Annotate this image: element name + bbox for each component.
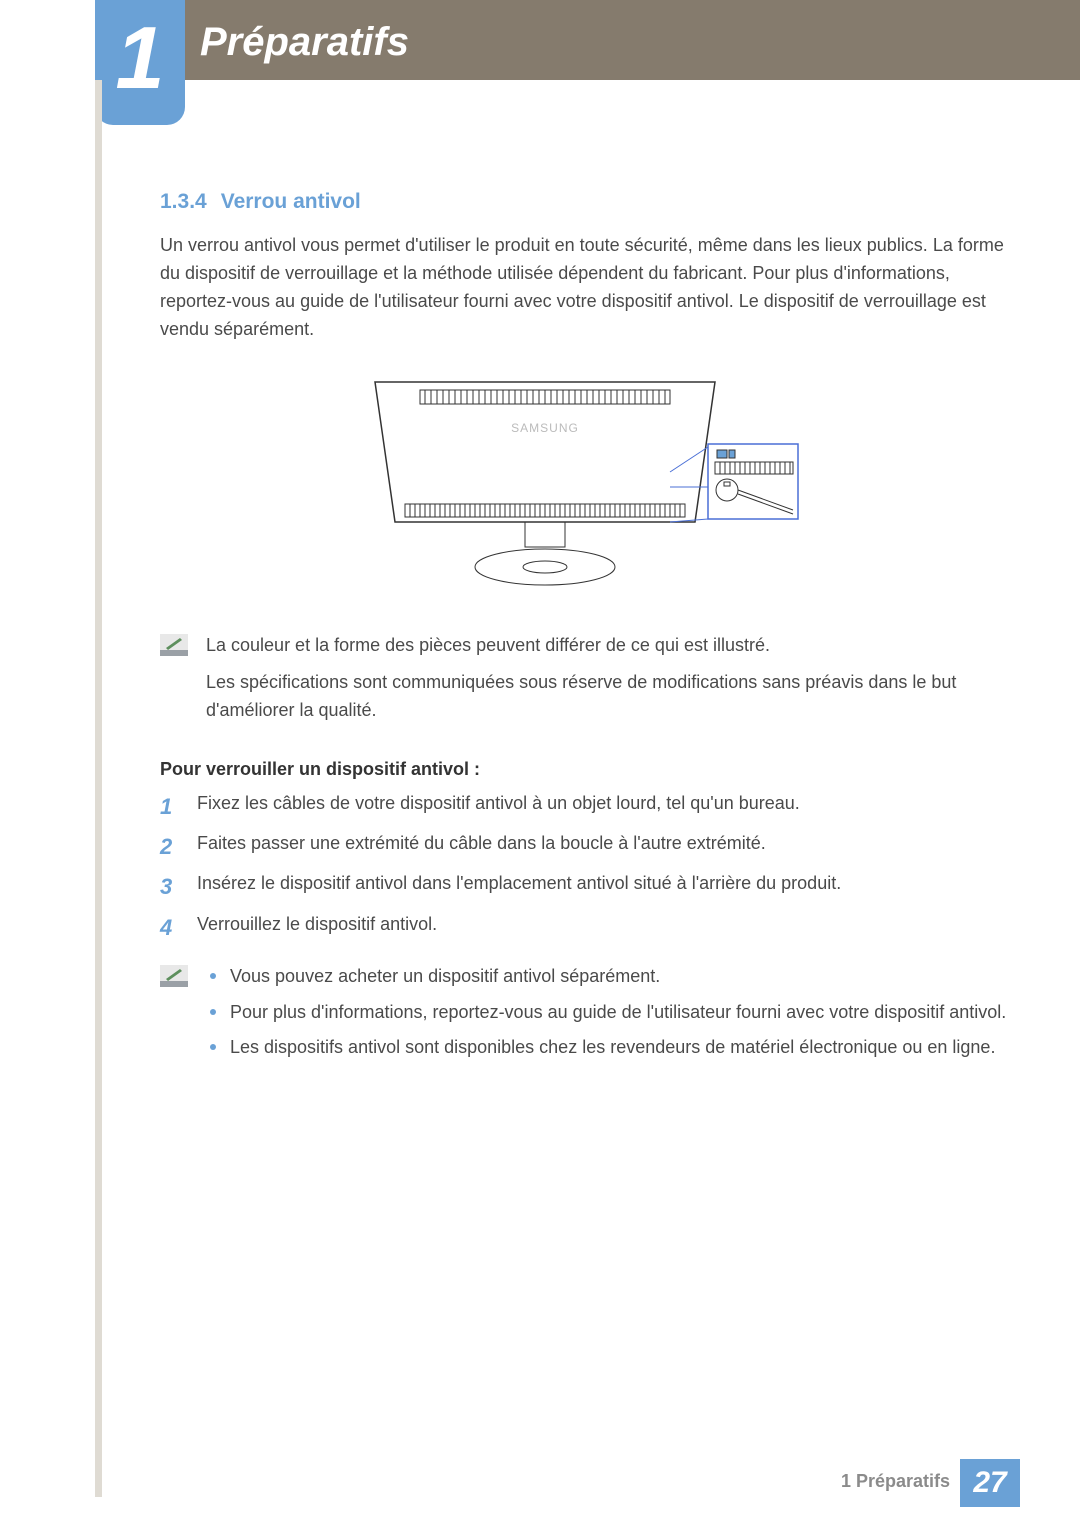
note-icon xyxy=(160,632,188,736)
procedure-heading: Pour verrouiller un dispositif antivol : xyxy=(160,759,1010,780)
note-icon xyxy=(160,963,188,1071)
chapter-title: Préparatifs xyxy=(200,20,409,65)
step-1: 1Fixez les câbles de votre dispositif an… xyxy=(160,790,1010,824)
intro-paragraph: Un verrou antivol vous permet d'utiliser… xyxy=(160,232,1010,344)
note-block-1: La couleur et la forme des pièces peuven… xyxy=(160,632,1010,736)
note2-bullet-2: Pour plus d'informations, reportez-vous … xyxy=(206,999,1010,1027)
step-3: 3Insérez le dispositif antivol dans l'em… xyxy=(160,870,1010,904)
note-block-2: Vous pouvez acheter un dispositif antivo… xyxy=(160,963,1010,1071)
footer-page-number: 27 xyxy=(960,1459,1020,1507)
note2-bullet-1: Vous pouvez acheter un dispositif antivo… xyxy=(206,963,1010,991)
step-4: 4Verrouillez le dispositif antivol. xyxy=(160,911,1010,945)
procedure-steps: 1Fixez les câbles de votre dispositif an… xyxy=(160,790,1010,944)
note2-bullets: Vous pouvez acheter un dispositif antivo… xyxy=(206,963,1010,1063)
page-content: 1.3.4 Verrou antivol Un verrou antivol vo… xyxy=(160,190,1010,1094)
section-number: 1.3.4 xyxy=(160,190,207,213)
page-footer: 1 Préparatifs 27 xyxy=(0,1459,1080,1507)
note1-line2: Les spécifications sont communiquées sou… xyxy=(206,669,1010,725)
left-side-rule xyxy=(95,80,102,1497)
note1-line1: La couleur et la forme des pièces peuven… xyxy=(206,632,1010,660)
step-2-text: Faites passer une extrémité du câble dan… xyxy=(197,830,766,864)
section-title: Verrou antivol xyxy=(221,190,361,213)
note2-bullet-3: Les dispositifs antivol sont disponibles… xyxy=(206,1034,1010,1062)
section-heading: 1.3.4 Verrou antivol xyxy=(160,190,1010,214)
chapter-number: 1 xyxy=(116,14,165,102)
monitor-back-illustration: SAMSUNG xyxy=(365,372,805,597)
step-4-text: Verrouillez le dispositif antivol. xyxy=(197,911,437,945)
step-2: 2Faites passer une extrémité du câble da… xyxy=(160,830,1010,864)
footer-breadcrumb: 1 Préparatifs xyxy=(841,1471,950,1492)
step-1-text: Fixez les câbles de votre dispositif ant… xyxy=(197,790,800,824)
step-3-text: Insérez le dispositif antivol dans l'emp… xyxy=(197,870,841,904)
chapter-badge: 1 xyxy=(95,0,185,125)
brand-label: SAMSUNG xyxy=(511,421,579,435)
header-left-gap xyxy=(0,0,95,80)
product-figure: SAMSUNG xyxy=(160,372,1010,597)
